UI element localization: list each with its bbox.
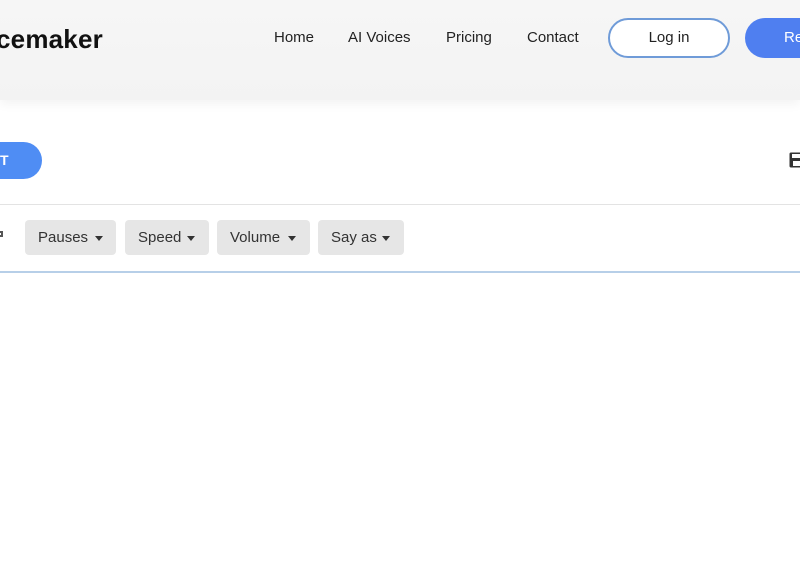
text-editor[interactable] xyxy=(0,273,800,576)
volume-dropdown[interactable]: Volume xyxy=(217,220,310,255)
save-icon[interactable] xyxy=(789,152,800,168)
say-as-dropdown[interactable]: Say as xyxy=(318,220,404,255)
chevron-down-icon xyxy=(288,236,296,241)
logo[interactable]: cemaker xyxy=(0,24,103,55)
emphasis-icon[interactable] xyxy=(0,228,6,246)
login-button[interactable]: Log in xyxy=(608,18,730,58)
speed-dropdown[interactable]: Speed xyxy=(125,220,209,255)
chevron-down-icon xyxy=(187,236,195,241)
chevron-down-icon xyxy=(382,236,390,241)
nav-ai-voices[interactable]: AI Voices xyxy=(348,29,411,46)
pauses-dropdown[interactable]: Pauses xyxy=(25,220,116,255)
volume-dropdown-label: Volume xyxy=(230,229,281,246)
pauses-dropdown-label: Pauses xyxy=(38,229,89,246)
nav-pricing[interactable]: Pricing xyxy=(446,29,492,46)
primary-action-button[interactable]: T xyxy=(0,142,42,179)
chevron-down-icon xyxy=(95,236,103,241)
register-button[interactable]: Re xyxy=(745,18,800,58)
toolbar-divider xyxy=(0,204,800,205)
site-header: cemaker Home AI Voices Pricing Contact L… xyxy=(0,0,800,100)
nav-home[interactable]: Home xyxy=(274,29,314,46)
speed-dropdown-label: Speed xyxy=(138,229,182,246)
nav-contact[interactable]: Contact xyxy=(527,29,579,46)
say-as-dropdown-label: Say as xyxy=(331,229,377,246)
page: cemaker Home AI Voices Pricing Contact L… xyxy=(0,0,800,576)
